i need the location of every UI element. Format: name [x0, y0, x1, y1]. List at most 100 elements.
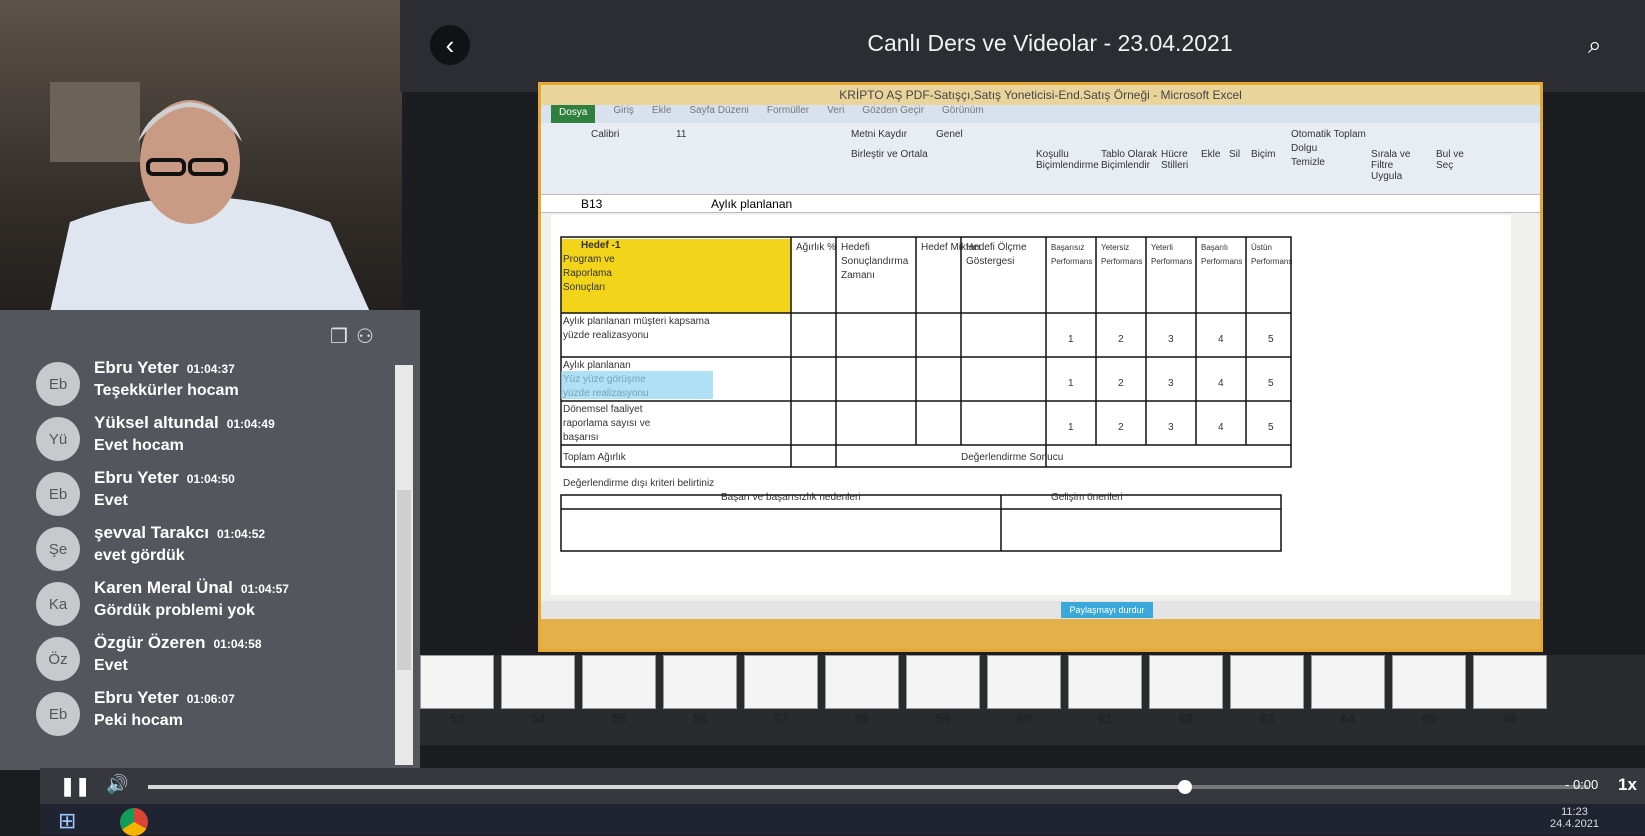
sender-name: şevval Tarakcı 01:04:52 [94, 523, 266, 542]
message-time: 01:04:57 [240, 582, 289, 596]
speed-button[interactable]: 1x [1618, 775, 1637, 795]
chat-message: Eb Ebru Yeter 01:06:07 Peki hocam [0, 682, 400, 752]
ribbon-tab[interactable]: Gözden Geçir [862, 105, 924, 123]
message-text: evet gördük [94, 547, 185, 564]
slide-thumbnail[interactable] [1068, 655, 1142, 709]
thumbnail-number: 57 [773, 711, 789, 726]
back-button[interactable]: ‹ [430, 25, 470, 65]
shared-taskbar [541, 619, 1540, 649]
format-table[interactable]: Tablo Olarak Biçimlendir [1101, 149, 1161, 171]
ribbon-tab[interactable]: Sayfa Düzeni [689, 105, 748, 123]
slide-thumbnail[interactable] [987, 655, 1061, 709]
excel-title: KRİPTO AŞ PDF-Satışçı,Satış Yoneticisi-E… [541, 85, 1540, 105]
slide-thumbnail[interactable] [663, 655, 737, 709]
message-text: Evet [94, 657, 128, 674]
slide-thumbnail[interactable] [906, 655, 980, 709]
thumbnail-number: 61 [1097, 711, 1113, 726]
slide-thumbnail[interactable] [1149, 655, 1223, 709]
find-select[interactable]: Bul ve Seç [1436, 149, 1471, 171]
slide-thumbnails: 53 54 55 56 57 58 59 60 61 62 63 64 65 66 [420, 655, 1645, 745]
avatar: Eb [36, 362, 80, 406]
slide-thumbnail[interactable] [1392, 655, 1466, 709]
autosum[interactable]: Otomatik Toplam [1291, 129, 1366, 140]
stop-sharing-button[interactable]: Paylaşmayı durdur [1061, 602, 1153, 618]
slide-thumbnail[interactable] [1473, 655, 1547, 709]
thumbnail-number: 62 [1178, 711, 1194, 726]
sender-name: Ebru Yeter 01:04:50 [94, 468, 235, 487]
ribbon-tab[interactable]: Ekle [652, 105, 671, 123]
message-text: Teşekkürler hocam [94, 382, 239, 399]
ribbon-tab[interactable]: Formüller [767, 105, 809, 123]
table-grid [560, 236, 1292, 552]
avatar: Öz [36, 637, 80, 681]
message-text: Gördük problemi yok [94, 602, 255, 619]
ribbon-tab[interactable]: Veri [827, 105, 844, 123]
wrap-text[interactable]: Metni Kaydır [851, 129, 907, 140]
windows-start-icon[interactable]: ⊞ [58, 808, 76, 834]
progress-knob[interactable] [1177, 780, 1192, 794]
message-time: 01:04:58 [213, 637, 262, 651]
format-cells[interactable]: Biçim [1251, 149, 1275, 160]
cell-styles[interactable]: Hücre Stilleri [1161, 149, 1201, 171]
message-time: 01:04:52 [217, 527, 266, 541]
sender-name: Ebru Yeter 01:06:07 [94, 688, 235, 707]
avatar: Şe [36, 527, 80, 571]
search-icon[interactable]: ⌕ [1588, 32, 1601, 60]
slide-thumbnail[interactable] [420, 655, 494, 709]
slide-thumbnail[interactable] [744, 655, 818, 709]
time-remaining: - 0:00 [1565, 777, 1599, 792]
shared-screen-excel: KRİPTO AŞ PDF-Satışçı,Satış Yoneticisi-E… [538, 82, 1543, 652]
message-text: Evet [94, 492, 128, 509]
pause-button[interactable]: ❚❚ [60, 776, 90, 797]
chat-scrollbar[interactable] [395, 365, 413, 765]
chat-actions: ❐⚇ [330, 324, 382, 349]
ribbon-tab[interactable]: Giriş [613, 105, 634, 123]
ribbon-tab[interactable]: Görünüm [942, 105, 984, 123]
sender-name: Özgür Özeren 01:04:58 [94, 633, 262, 652]
avatar: Eb [36, 472, 80, 516]
delete-cells[interactable]: Sil [1229, 149, 1240, 160]
player-controls: ❚❚ 🔊 - 0:00 1x [40, 768, 1645, 804]
ribbon-tabs: Dosya Giriş Ekle Sayfa Düzeni Formüller Veri G… [541, 105, 1540, 123]
users-icon[interactable]: ⚇ [356, 326, 382, 348]
avatar: Yü [36, 417, 80, 461]
font-name[interactable]: Calibri [591, 129, 619, 140]
progress-track[interactable] [148, 780, 1588, 794]
message-text: Evet hocam [94, 437, 184, 454]
number-format[interactable]: Genel [936, 129, 963, 140]
worksheet[interactable]: Hedef -1 Program ve Raporlama Sonuçları … [551, 215, 1511, 595]
sender-name: Karen Meral Ünal 01:04:57 [94, 578, 289, 597]
thumbnail-number: 56 [692, 711, 708, 726]
slide-thumbnail[interactable] [1230, 655, 1304, 709]
slide-thumbnail[interactable] [582, 655, 656, 709]
sheet-tabs: Paylaşmayı durdur [541, 601, 1540, 619]
insert-cells[interactable]: Ekle [1201, 149, 1220, 160]
webcam-video [0, 0, 402, 310]
chrome-icon[interactable] [120, 808, 148, 836]
message-time: 01:06:07 [186, 692, 235, 706]
thumbnail-number: 53 [449, 711, 465, 726]
copy-icon[interactable]: ❐ [330, 326, 356, 348]
scroll-thumb[interactable] [397, 490, 411, 670]
ribbon-tab[interactable]: Dosya [551, 105, 596, 123]
conditional-format[interactable]: Koşullu Biçimlendirme [1036, 149, 1099, 171]
thumbnail-number: 65 [1421, 711, 1437, 726]
thumbnail-number: 60 [1016, 711, 1032, 726]
clear[interactable]: Temizle [1291, 157, 1325, 168]
name-box[interactable]: B13 [581, 197, 602, 211]
presenter-figure [50, 82, 370, 310]
avatar: Ka [36, 582, 80, 626]
merge-center[interactable]: Birleştir ve Ortala [851, 149, 928, 160]
volume-icon[interactable]: 🔊 [106, 774, 128, 795]
slide-thumbnail[interactable] [1311, 655, 1385, 709]
font-size[interactable]: 11 [676, 129, 686, 140]
page-title: Canlı Ders ve Videolar - 23.04.2021 [867, 30, 1233, 56]
slide-thumbnail[interactable] [501, 655, 575, 709]
formula-input[interactable]: Aylık planlanan [711, 197, 792, 211]
thumbnail-number: 59 [935, 711, 951, 726]
thumbnail-number: 63 [1259, 711, 1275, 726]
sort-filter[interactable]: Sırala ve Filtre Uygula [1371, 149, 1426, 182]
fill[interactable]: Dolgu [1291, 143, 1317, 154]
slide-thumbnail[interactable] [825, 655, 899, 709]
sender-name: Yüksel altundal 01:04:49 [94, 413, 275, 432]
